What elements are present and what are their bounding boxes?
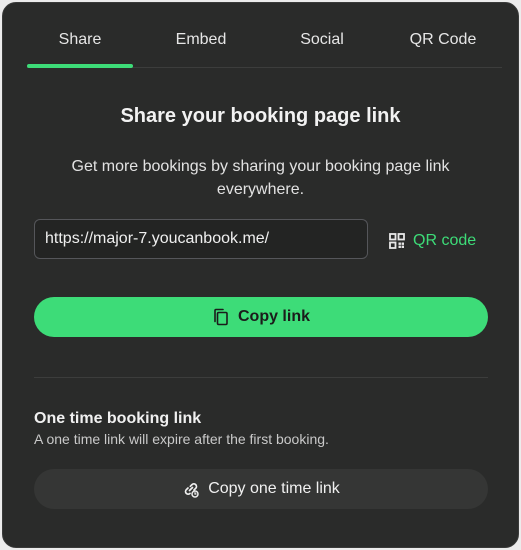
one-time-link-icon (184, 483, 199, 498)
tab-embed[interactable]: Embed (148, 3, 254, 67)
copy-one-time-link-button[interactable]: Copy one time link (34, 469, 488, 509)
section-divider (34, 377, 488, 378)
share-heading: Share your booking page link (120, 105, 401, 127)
share-description: Get more bookings by sharing your bookin… (71, 158, 450, 198)
one-time-link-title: One time booking link (34, 410, 202, 427)
qr-code-icon (389, 233, 405, 249)
share-dialog: Share Embed Social QR Code Share your bo… (2, 2, 519, 548)
copy-icon (214, 308, 228, 326)
copy-link-button[interactable]: Copy link (34, 297, 488, 337)
tab-social[interactable]: Social (269, 3, 375, 67)
copy-link-label: Copy link (237, 308, 310, 325)
tab-bar: Share Embed Social QR Code (27, 3, 502, 68)
tab-share[interactable]: Share (27, 3, 133, 68)
qr-code-link[interactable]: QR code (389, 231, 476, 251)
tab-qr-code[interactable]: QR Code (390, 3, 496, 67)
copy-one-time-link-label: Copy one time link (208, 480, 340, 497)
qr-code-label: QR code (413, 232, 477, 249)
booking-link-field[interactable]: https://major-7.youcanbook.me/ (34, 219, 368, 259)
one-time-link-description: A one time link will expire after the fi… (34, 431, 329, 447)
